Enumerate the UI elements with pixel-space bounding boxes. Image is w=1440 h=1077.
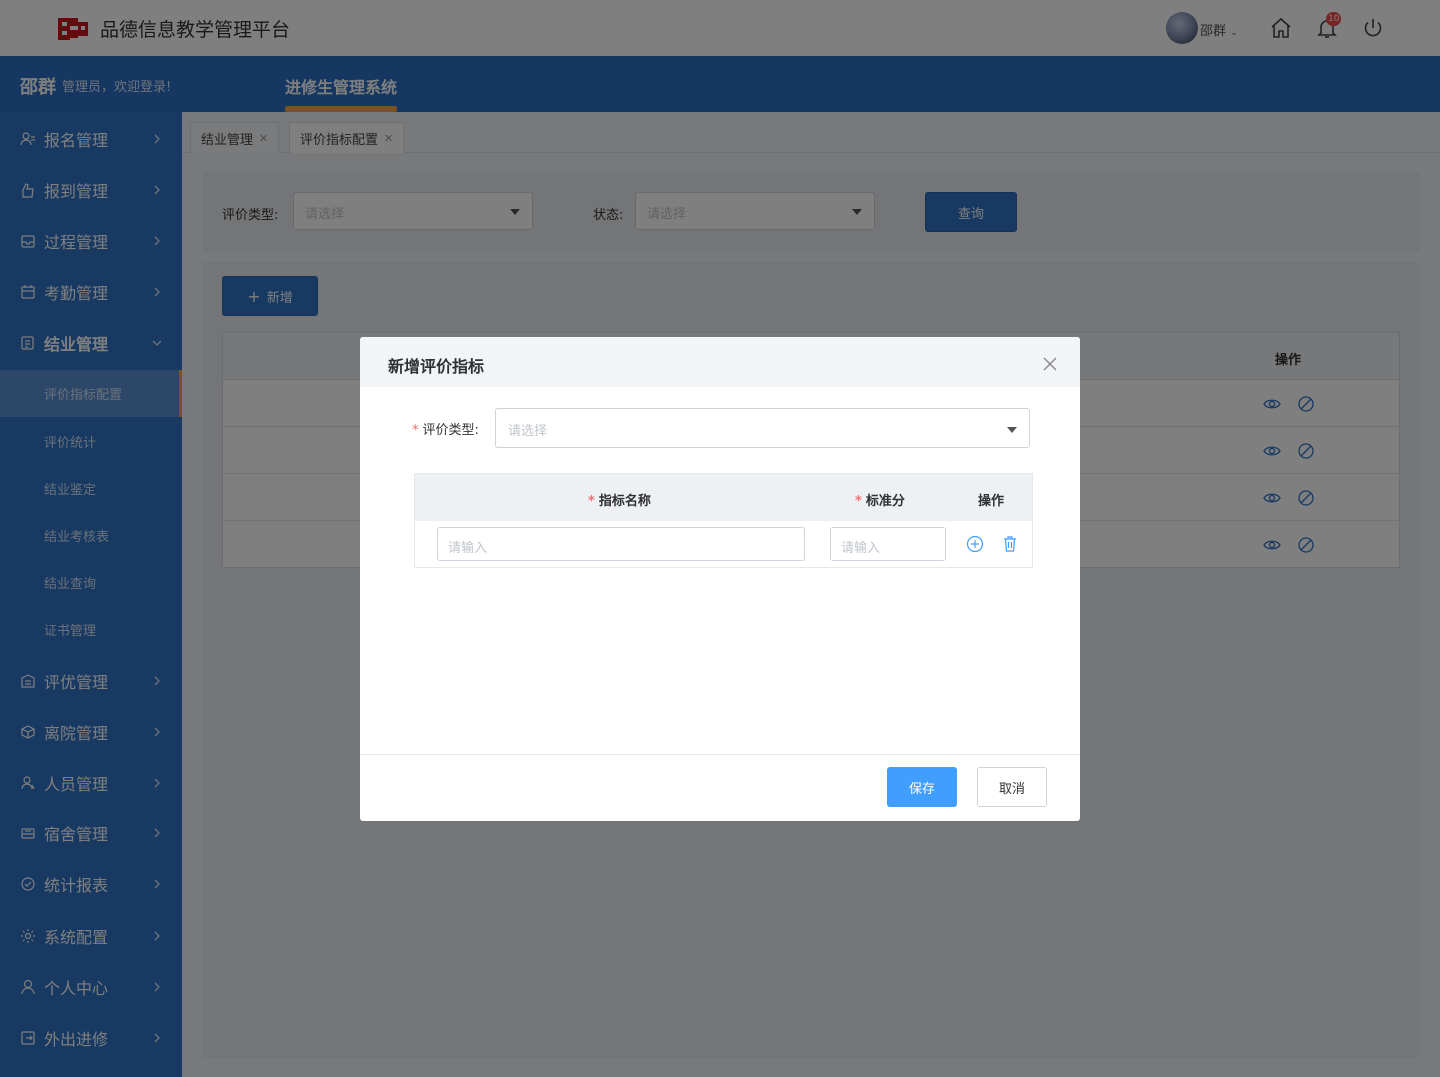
- type-select[interactable]: 请选择: [495, 408, 1030, 448]
- trash-icon[interactable]: [1001, 535, 1019, 553]
- caret-down-icon: [1007, 427, 1017, 433]
- add-circle-icon[interactable]: [966, 535, 984, 553]
- ops-column-header: 操作: [978, 494, 1005, 509]
- index-edit-header: * 指标名称 * 标准分 操作: [415, 474, 1032, 521]
- dialog-title: 新增评价指标: [388, 357, 485, 376]
- score-input[interactable]: 请输入: [830, 527, 946, 561]
- close-icon[interactable]: [1042, 356, 1058, 372]
- index-edit-table: * 指标名称 * 标准分 操作 请输入 请输入: [414, 473, 1033, 568]
- index-name-input[interactable]: 请输入: [437, 527, 805, 561]
- input-placeholder: 请输入: [841, 541, 881, 556]
- type-field-label: * 评价类型:: [412, 419, 479, 438]
- input-placeholder: 请输入: [448, 541, 488, 556]
- save-button[interactable]: 保存: [887, 767, 957, 807]
- required-mark: *: [412, 423, 419, 438]
- index-edit-row: 请输入 请输入: [415, 521, 1032, 567]
- select-placeholder: 请选择: [508, 424, 548, 439]
- score-column-header: * 标准分: [855, 494, 905, 509]
- dialog-header: 新增评价指标: [360, 337, 1080, 387]
- add-index-dialog: 新增评价指标 * 评价类型: 请选择 * 指标名称 * 标准分 操作 请输入 请输入 …: [360, 337, 1080, 821]
- type-field-label-text: 评价类型:: [422, 423, 479, 438]
- dialog-footer-divider: [360, 754, 1080, 755]
- cancel-button[interactable]: 取消: [977, 767, 1047, 807]
- name-column-header: * 指标名称: [588, 494, 651, 509]
